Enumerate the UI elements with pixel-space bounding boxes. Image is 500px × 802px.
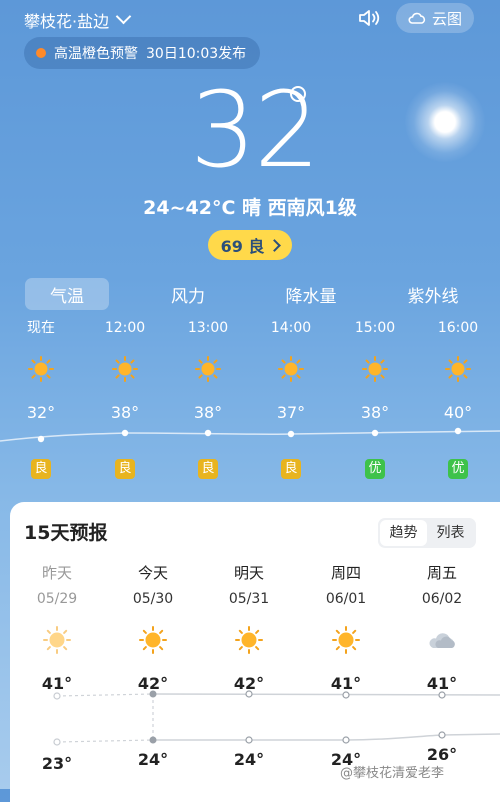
cloud-icon <box>429 633 455 648</box>
tab-temperature[interactable]: 气温 <box>25 278 109 310</box>
sun-icon <box>235 626 263 654</box>
low-point <box>53 738 61 746</box>
sun-icon <box>139 626 167 654</box>
speaker-icon[interactable] <box>358 8 382 28</box>
sun-icon <box>405 82 485 162</box>
hour-time: 12:00 <box>104 320 146 336</box>
alert-time: 30日10:03发布 <box>146 46 247 62</box>
high-point <box>342 691 350 699</box>
forecast-day[interactable]: 昨天 05/29 41° <box>17 562 97 693</box>
forecast-day-name: 昨天 <box>41 564 72 582</box>
sun-icon <box>445 356 471 382</box>
degree-symbol <box>290 86 306 102</box>
trend-view-button[interactable]: 趋势 <box>380 520 427 546</box>
hourly-point <box>37 435 45 443</box>
forecast-date: 05/29 <box>36 591 78 607</box>
aqi-badge: 良 <box>281 459 301 479</box>
hourly-point <box>287 430 295 438</box>
hourly-item[interactable]: 现在 32° <box>11 318 71 422</box>
forecast-day[interactable]: 今天 05/30 42° <box>113 562 193 693</box>
hourly-point <box>371 429 379 437</box>
hour-time: 15:00 <box>354 320 396 336</box>
sun-icon <box>195 356 221 382</box>
low-point <box>245 736 253 744</box>
alert-title: 高温橙色预警 <box>54 46 138 62</box>
forecast-date: 05/30 <box>132 591 174 607</box>
high-point <box>53 692 61 700</box>
hourly-point <box>204 429 212 437</box>
forecast-view-toggle: 趋势 列表 <box>378 518 476 548</box>
forecast-date: 06/02 <box>421 591 463 607</box>
hourly-point <box>121 429 129 437</box>
alert-dot-icon <box>36 48 46 58</box>
hourly-item[interactable]: 15:00 38° <box>345 318 405 422</box>
cloud-map-label: 云图 <box>431 9 462 28</box>
aqi-badge: 优 <box>448 459 468 479</box>
aqi-badge: 良 <box>31 459 51 479</box>
low-point <box>342 736 350 744</box>
forecast-trend-chart <box>53 690 500 746</box>
forecast-title: 15天预报 <box>24 522 108 544</box>
tab-wind[interactable]: 风力 <box>146 278 230 310</box>
aqi-label: 69 良 <box>220 237 265 256</box>
tab-uv[interactable]: 紫外线 <box>391 278 475 310</box>
list-view-button[interactable]: 列表 <box>427 520 474 546</box>
hourly-temperature-curve <box>0 427 500 443</box>
forecast-day-name: 周五 <box>426 564 457 582</box>
forecast-day-name: 明天 <box>233 564 264 582</box>
hourly-point <box>454 427 462 435</box>
aqi-badge: 优 <box>365 459 385 479</box>
sun-icon <box>332 626 360 654</box>
sun-icon <box>278 356 304 382</box>
forecast-date: 05/31 <box>228 591 270 607</box>
hourly-item[interactable]: 16:00 40° <box>428 318 488 422</box>
sun-icon <box>362 356 388 382</box>
cloud-map-button[interactable]: 云图 <box>396 3 474 33</box>
high-point <box>149 690 157 698</box>
hourly-item[interactable]: 14:00 37° <box>261 318 321 422</box>
low-point <box>438 731 446 739</box>
aqi-badge: 良 <box>198 459 218 479</box>
high-point <box>245 690 253 698</box>
forecast-day[interactable]: 周四 06/01 41° <box>306 562 386 693</box>
hour-time: 13:00 <box>187 320 229 336</box>
sun-icon <box>28 356 54 382</box>
hour-time: 16:00 <box>437 320 479 336</box>
cloud-map-icon <box>408 12 426 24</box>
forecast-day-name: 周四 <box>330 564 361 582</box>
hour-time: 14:00 <box>270 320 312 336</box>
aqi-badge: 良 <box>115 459 135 479</box>
sun-icon <box>43 626 71 654</box>
chevron-right-icon <box>268 238 282 252</box>
sun-icon <box>112 356 138 382</box>
watermark: @攀枝花清爱老李 <box>340 766 445 781</box>
hourly-item[interactable]: 13:00 38° <box>178 318 238 422</box>
chevron-down-icon[interactable] <box>115 8 132 25</box>
location-title[interactable]: 攀枝花·盐边 <box>24 8 109 32</box>
forecast-date: 06/01 <box>325 591 367 607</box>
weather-summary: 24~42°C 晴 西南风1级 <box>143 197 357 219</box>
hourly-item[interactable]: 12:00 38° <box>95 318 155 422</box>
tab-precipitation[interactable]: 降水量 <box>269 278 353 310</box>
hour-time: 现在 <box>27 320 55 336</box>
aqi-button[interactable]: 69 良 <box>208 230 292 260</box>
forecast-low: 24° <box>137 750 169 769</box>
low-point <box>149 736 157 744</box>
forecast-day[interactable]: 明天 05/31 42° <box>209 562 289 693</box>
high-point <box>438 691 446 699</box>
forecast-low: 23° <box>41 754 73 773</box>
forecast-day-name: 今天 <box>137 564 168 582</box>
forecast-day[interactable]: 周五 06/02 41° <box>402 562 482 693</box>
forecast-low: 24° <box>233 750 265 769</box>
weather-alert[interactable]: 高温橙色预警 30日10:03发布 <box>24 37 261 69</box>
